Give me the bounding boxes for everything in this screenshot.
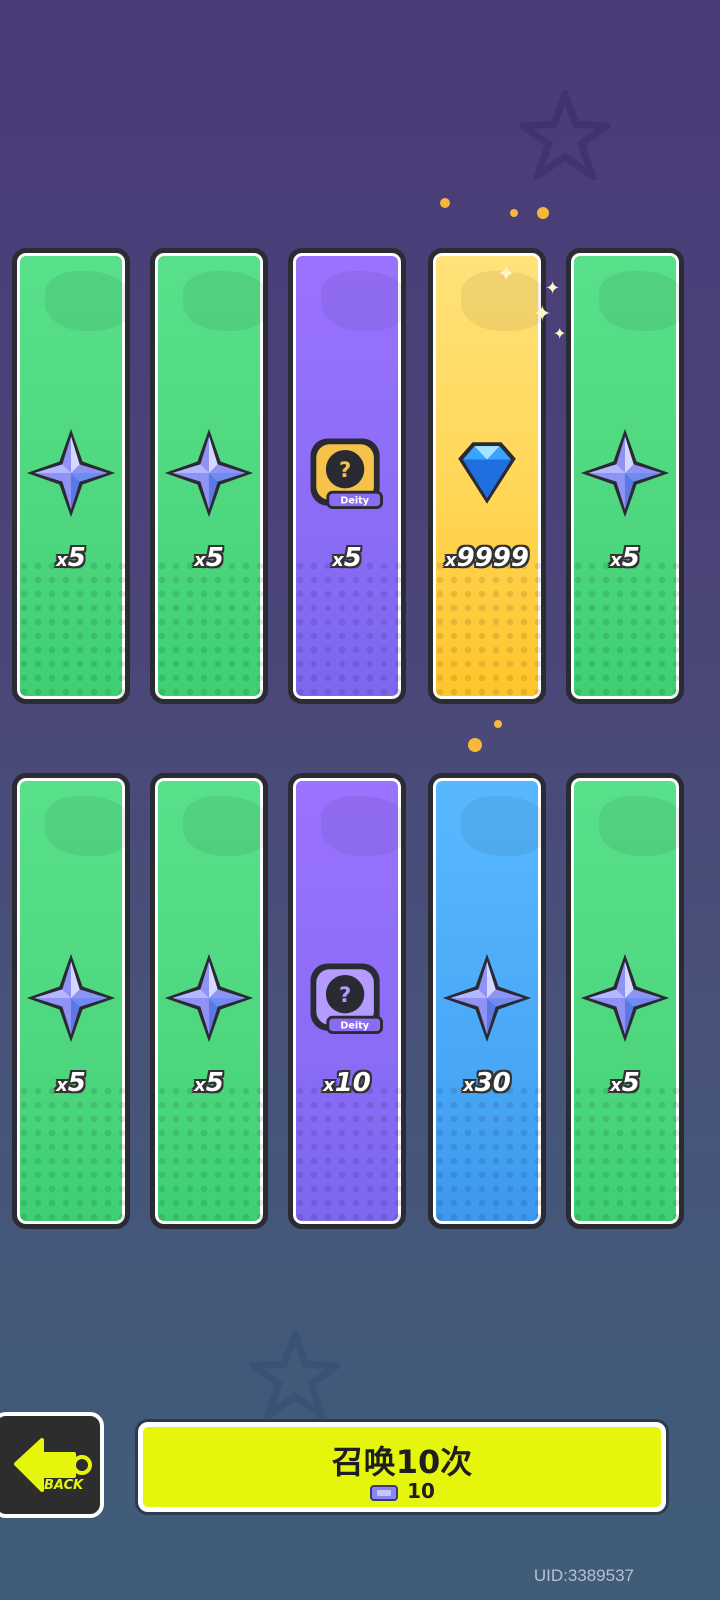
reward-quantity: x10 <box>293 1068 401 1098</box>
reward-quantity: x9999 <box>433 543 541 573</box>
svg-text:?: ? <box>339 457 351 482</box>
sparkle-icon: ✦ <box>533 302 552 327</box>
quantity-value: 5 <box>205 543 224 573</box>
reward-card-gold[interactable]: x9999 <box>428 248 546 704</box>
deity-card-icon: ? Deity <box>299 950 395 1046</box>
card-dot-pattern <box>571 559 679 699</box>
quantity-value: 5 <box>67 543 86 573</box>
glow-orb <box>440 198 450 208</box>
card-dot-pattern <box>293 559 401 699</box>
reward-card-green[interactable]: x5 <box>150 773 268 1229</box>
reward-quantity: x5 <box>571 1068 679 1098</box>
quantity-value: 5 <box>343 543 362 573</box>
reward-card-green[interactable]: x5 <box>12 248 130 704</box>
quantity-value: 10 <box>334 1068 371 1098</box>
quantity-prefix: x <box>332 550 344 571</box>
star-shard-icon <box>161 425 257 521</box>
reward-card-green[interactable]: x5 <box>566 248 684 704</box>
quantity-prefix: x <box>56 1075 68 1096</box>
quantity-value: 5 <box>621 1068 640 1098</box>
star-shard-icon <box>23 950 119 1046</box>
reward-card-purple[interactable]: ? Deity x5 <box>288 248 406 704</box>
card-dot-pattern <box>571 1084 679 1224</box>
quantity-value: 9999 <box>456 543 529 573</box>
svg-text:Deity: Deity <box>340 1021 369 1032</box>
quantity-value: 5 <box>67 1068 86 1098</box>
card-splat-decoration <box>461 796 541 856</box>
star-shard-icon <box>439 950 535 1046</box>
reward-card-blue[interactable]: x30 <box>428 773 546 1229</box>
quantity-value: 5 <box>621 543 640 573</box>
svg-text:Deity: Deity <box>340 496 369 507</box>
card-splat-decoration <box>183 271 263 331</box>
reward-quantity: x30 <box>433 1068 541 1098</box>
card-dot-pattern <box>293 1084 401 1224</box>
reward-card-purple[interactable]: ? Deity x10 <box>288 773 406 1229</box>
card-splat-decoration <box>183 796 263 856</box>
quantity-prefix: x <box>463 1075 475 1096</box>
summon-10-button[interactable]: 召唤10次 10 <box>138 1422 666 1512</box>
summon-cost-value: 10 <box>407 1479 435 1503</box>
reward-card-green[interactable]: x5 <box>150 248 268 704</box>
card-dot-pattern <box>433 1084 541 1224</box>
reward-quantity: x5 <box>155 1068 263 1098</box>
sparkle-icon: ✦ <box>545 278 561 299</box>
reward-quantity: x5 <box>17 1068 125 1098</box>
reward-card-green[interactable]: x5 <box>12 773 130 1229</box>
card-splat-decoration <box>599 271 679 331</box>
card-dot-pattern <box>433 559 541 699</box>
star-shard-icon <box>161 950 257 1046</box>
back-button[interactable]: BACK <box>0 1412 104 1518</box>
quantity-prefix: x <box>445 550 457 571</box>
back-label: BACK <box>44 1478 84 1493</box>
summon-ticket-icon <box>370 1484 399 1501</box>
glow-orb <box>494 720 502 728</box>
card-dot-pattern <box>155 1084 263 1224</box>
reward-quantity: x5 <box>155 543 263 573</box>
card-splat-decoration <box>321 796 401 856</box>
card-splat-decoration <box>45 796 125 856</box>
background-star-icon-2 <box>250 1330 340 1420</box>
card-dot-pattern <box>17 559 125 699</box>
back-arrow-icon <box>14 1438 92 1492</box>
card-splat-decoration <box>599 796 679 856</box>
quantity-prefix: x <box>610 550 622 571</box>
deity-card-icon: ? Deity <box>299 425 395 521</box>
card-splat-decoration <box>321 271 401 331</box>
glow-orb <box>510 209 518 217</box>
quantity-prefix: x <box>56 550 68 571</box>
summon-label: 召唤10次 <box>331 1443 473 1481</box>
card-dot-pattern <box>155 559 263 699</box>
sparkle-icon: ✦ <box>553 324 567 343</box>
background-star-icon <box>520 90 610 180</box>
sparkle-icon: ✦ <box>497 262 516 287</box>
user-id-label: UID:3389537 <box>533 1566 634 1585</box>
diamond-icon <box>439 425 535 521</box>
svg-text:?: ? <box>339 982 351 1007</box>
reward-card-green[interactable]: x5 <box>566 773 684 1229</box>
star-shard-icon <box>23 425 119 521</box>
glow-orb <box>468 738 482 752</box>
glow-orb <box>537 207 549 219</box>
quantity-value: 30 <box>474 1068 511 1098</box>
reward-quantity: x5 <box>17 543 125 573</box>
quantity-prefix: x <box>194 550 206 571</box>
quantity-prefix: x <box>194 1075 206 1096</box>
summon-cost: 10 <box>143 1479 661 1503</box>
quantity-prefix: x <box>610 1075 622 1096</box>
quantity-value: 5 <box>205 1068 224 1098</box>
card-splat-decoration <box>45 271 125 331</box>
star-shard-icon <box>577 950 673 1046</box>
reward-quantity: x5 <box>293 543 401 573</box>
quantity-prefix: x <box>323 1075 335 1096</box>
star-shard-icon <box>577 425 673 521</box>
reward-quantity: x5 <box>571 543 679 573</box>
card-dot-pattern <box>17 1084 125 1224</box>
